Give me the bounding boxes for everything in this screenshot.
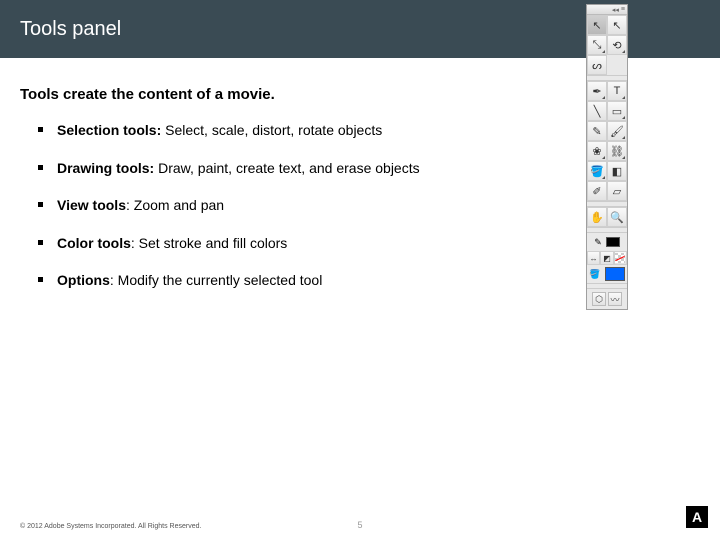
fill-color-row: 🪣 [587,265,627,283]
panel-menu-icon[interactable]: ≡ [621,6,625,13]
eyedropper-tool[interactable]: ✐ [587,181,607,201]
text-tool[interactable]: T [607,81,627,101]
zoom-tool[interactable]: 🔍 [607,207,627,227]
bullet-desc: Draw, paint, create text, and erase obje… [154,160,419,176]
slide-footer: © 2012 Adobe Systems Incorporated. All R… [0,514,720,532]
copyright-text: © 2012 Adobe Systems Incorporated. All R… [20,523,201,530]
bullet-label: Color tools [57,235,131,251]
panel-grip[interactable]: ◂◂ ≡ [587,5,627,15]
free-transform-tool[interactable]: ⤡ [587,35,607,55]
collapse-icon[interactable]: ◂◂ [612,6,619,14]
subselection-tool[interactable]: ↖ [607,15,627,35]
tool-grid: ↖↖⤡⟲ᔕ✒T╲▭✎🖌❀⛓🪣◧✐▱✋🔍✎↔◩🪣⬡〰 [587,15,627,309]
submenu-corner-icon [622,116,625,119]
ink-bottle-tool[interactable]: ◧ [607,161,627,181]
stroke-color-row: ✎ [587,233,627,251]
bullet-desc: : Zoom and pan [126,197,224,213]
eraser-tool[interactable]: ▱ [607,181,627,201]
options-row: ⬡〰 [587,289,627,309]
bullet-icon [38,202,43,207]
submenu-corner-icon [602,50,605,53]
adobe-logo-letter: A [692,509,702,525]
bullet-label: View tools [57,197,126,213]
bullet-desc: : Set stroke and fill colors [131,235,287,251]
pen-tool[interactable]: ✒ [587,81,607,101]
bullet-icon [38,165,43,170]
deco-tool[interactable]: ❀ [587,141,607,161]
adobe-logo: A [686,506,708,528]
brush-tool[interactable]: 🖌 [607,121,627,141]
line-tool[interactable]: ╲ [587,101,607,121]
snap-option[interactable]: ⬡ [592,292,606,306]
submenu-corner-icon [602,96,605,99]
no-color-icon[interactable] [614,251,627,265]
bone-tool[interactable]: ⛓ [607,141,627,161]
slide: Tools panel Tools create the content of … [0,0,720,540]
submenu-corner-icon [602,156,605,159]
stroke-swatch[interactable] [606,237,620,247]
submenu-corner-icon [622,50,625,53]
hand-tool[interactable]: ✋ [587,207,607,227]
default-colors-icon[interactable]: ◩ [600,251,613,265]
submenu-corner-icon [622,136,625,139]
bucket-mini-icon: 🪣 [589,269,600,280]
fill-swatch[interactable] [605,267,625,281]
submenu-corner-icon [622,96,625,99]
bullet-label: Options [57,272,110,288]
color-mini-row: ↔◩ [587,251,627,265]
bullet-desc: : Modify the currently selected tool [110,272,322,288]
submenu-corner-icon [622,156,625,159]
submenu-corner-icon [602,176,605,179]
pencil-mini-icon: ✎ [594,237,602,248]
bullet-label: Selection tools: [57,122,161,138]
selection-tool[interactable]: ↖ [587,15,607,35]
3d-rotation-tool[interactable]: ⟲ [607,35,627,55]
rectangle-tool[interactable]: ▭ [607,101,627,121]
slide-title: Tools panel [20,18,121,41]
bullet-desc: Select, scale, distort, rotate objects [161,122,382,138]
bullet-icon [38,127,43,132]
paint-bucket-tool[interactable]: 🪣 [587,161,607,181]
bullet-icon [38,240,43,245]
tools-panel: ◂◂ ≡ ↖↖⤡⟲ᔕ✒T╲▭✎🖌❀⛓🪣◧✐▱✋🔍✎↔◩🪣⬡〰 [586,4,628,310]
pencil-tool[interactable]: ✎ [587,121,607,141]
smooth-option[interactable]: 〰 [608,292,622,306]
bullet-icon [38,277,43,282]
page-number: 5 [357,520,362,530]
swap-colors-icon[interactable]: ↔ [587,251,600,265]
lasso-tool[interactable]: ᔕ [587,55,607,75]
bullet-label: Drawing tools: [57,160,154,176]
